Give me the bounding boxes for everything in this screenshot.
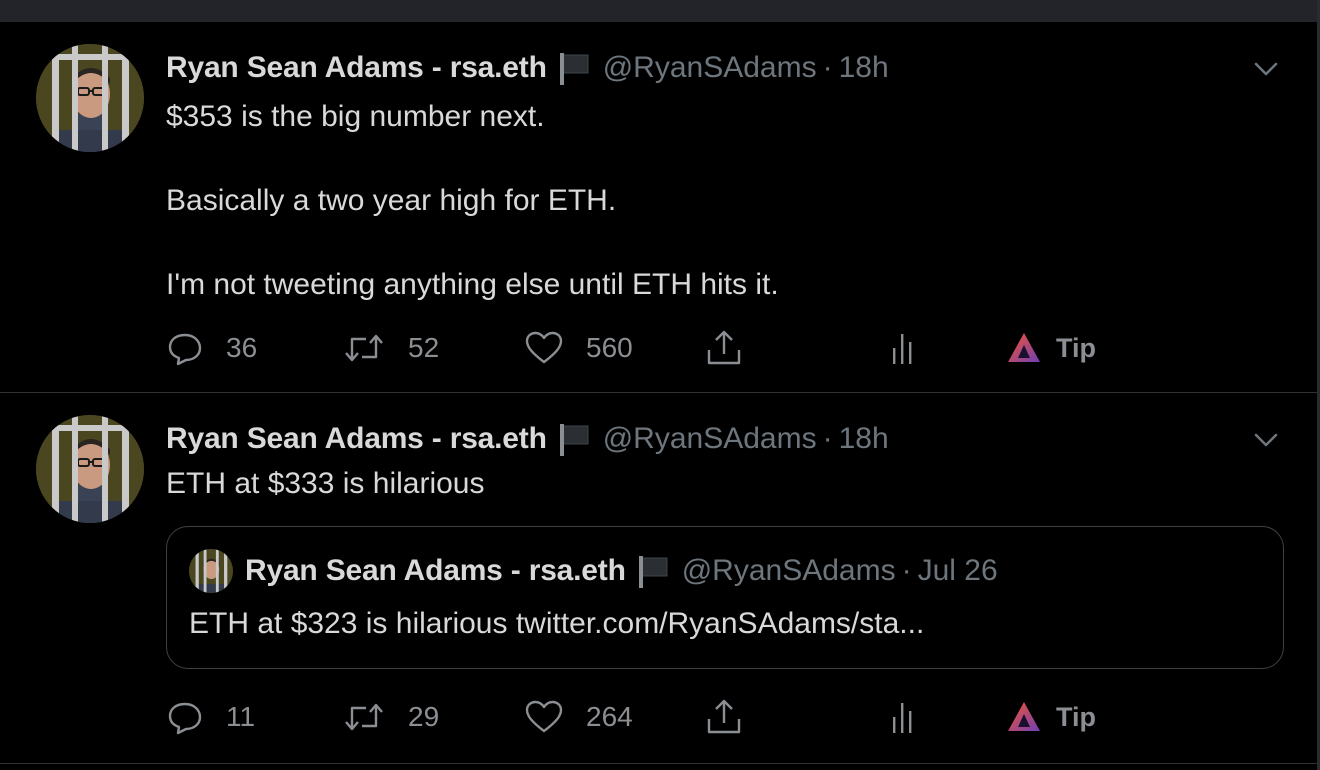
like-button[interactable]: 264 bbox=[524, 695, 633, 739]
quoted-tweet[interactable]: Ryan Sean Adams - rsa.eth @RyanSAdams · … bbox=[166, 526, 1284, 669]
tweet-text: $353 is the big number next. Basically a… bbox=[166, 96, 779, 306]
share-icon bbox=[704, 697, 744, 737]
heart-icon bbox=[524, 329, 564, 367]
analytics-icon bbox=[888, 697, 918, 737]
avatar[interactable] bbox=[36, 415, 144, 523]
separator-dot: · bbox=[822, 422, 833, 455]
tweet-header: Ryan Sean Adams - rsa.eth @RyanSAdams · … bbox=[166, 50, 889, 86]
brave-triangle-icon bbox=[1006, 700, 1042, 734]
quoted-tweet-text: ETH at $323 is hilarious twitter.com/Rya… bbox=[189, 607, 925, 640]
retweet-icon bbox=[342, 698, 386, 736]
tip-button[interactable]: Tip bbox=[1006, 695, 1096, 739]
action-bar: 11 29 264 Tip bbox=[166, 695, 1166, 739]
retweet-count: 29 bbox=[408, 701, 440, 732]
timestamp[interactable]: 18h bbox=[839, 422, 889, 456]
black-flag-icon bbox=[557, 51, 591, 85]
window-top-bar bbox=[0, 0, 1320, 22]
black-flag-icon bbox=[636, 554, 670, 588]
brave-triangle-icon bbox=[1006, 331, 1042, 365]
quoted-author-name: Ryan Sean Adams - rsa.eth bbox=[245, 554, 626, 587]
avatar[interactable] bbox=[36, 44, 144, 152]
author-handle[interactable]: @RyanSAdams bbox=[603, 422, 817, 456]
tweet-text-line: Basically a two year high for ETH. bbox=[166, 184, 617, 217]
tip-label: Tip bbox=[1056, 701, 1096, 732]
author-handle[interactable]: @RyanSAdams bbox=[603, 51, 817, 85]
author-name[interactable]: Ryan Sean Adams - rsa.eth bbox=[166, 51, 547, 85]
separator-dot: · bbox=[901, 554, 912, 587]
reply-button[interactable]: 11 bbox=[166, 695, 255, 739]
like-button[interactable]: 560 bbox=[524, 326, 633, 370]
reply-icon bbox=[166, 698, 204, 736]
avatar bbox=[189, 549, 233, 593]
tweet[interactable]: Ryan Sean Adams - rsa.eth @RyanSAdams · … bbox=[0, 22, 1317, 393]
tweet-header: Ryan Sean Adams - rsa.eth @RyanSAdams · … bbox=[166, 421, 889, 457]
analytics-icon bbox=[888, 328, 918, 368]
separator-dot: · bbox=[822, 51, 833, 84]
reply-button[interactable]: 36 bbox=[166, 326, 257, 370]
like-count: 560 bbox=[586, 332, 633, 363]
heart-icon bbox=[524, 698, 564, 736]
share-button[interactable] bbox=[704, 326, 744, 370]
reply-count: 36 bbox=[226, 332, 258, 363]
tip-label: Tip bbox=[1056, 332, 1096, 363]
tweet-text-line: $353 is the big number next. bbox=[166, 100, 545, 133]
reply-count: 11 bbox=[226, 701, 256, 732]
analytics-button[interactable] bbox=[888, 326, 918, 370]
analytics-button[interactable] bbox=[888, 695, 918, 739]
chevron-down-icon[interactable] bbox=[1251, 54, 1281, 84]
share-icon bbox=[704, 328, 744, 368]
retweet-button[interactable]: 29 bbox=[342, 695, 439, 739]
tip-button[interactable]: Tip bbox=[1006, 326, 1096, 370]
tweet-text-line: I'm not tweeting anything else until ETH… bbox=[166, 268, 779, 301]
quoted-author-handle: @RyanSAdams bbox=[681, 554, 896, 587]
share-button[interactable] bbox=[704, 695, 744, 739]
retweet-count: 52 bbox=[408, 332, 440, 363]
tweet-text-line: ETH at $333 is hilarious bbox=[166, 467, 485, 500]
author-name[interactable]: Ryan Sean Adams - rsa.eth bbox=[166, 422, 547, 456]
retweet-button[interactable]: 52 bbox=[342, 326, 439, 370]
reply-icon bbox=[166, 329, 204, 367]
black-flag-icon bbox=[557, 422, 591, 456]
tweet-text: ETH at $333 is hilarious bbox=[166, 463, 485, 505]
chevron-down-icon[interactable] bbox=[1251, 425, 1281, 455]
retweet-icon bbox=[342, 329, 386, 367]
timestamp[interactable]: 18h bbox=[839, 51, 889, 85]
tweet[interactable]: Ryan Sean Adams - rsa.eth @RyanSAdams · … bbox=[0, 393, 1317, 764]
action-bar: 36 52 560 Tip bbox=[166, 326, 1166, 370]
like-count: 264 bbox=[586, 701, 633, 732]
quoted-timestamp: Jul 26 bbox=[917, 554, 998, 587]
quoted-tweet-header: Ryan Sean Adams - rsa.eth @RyanSAdams · … bbox=[189, 549, 998, 593]
